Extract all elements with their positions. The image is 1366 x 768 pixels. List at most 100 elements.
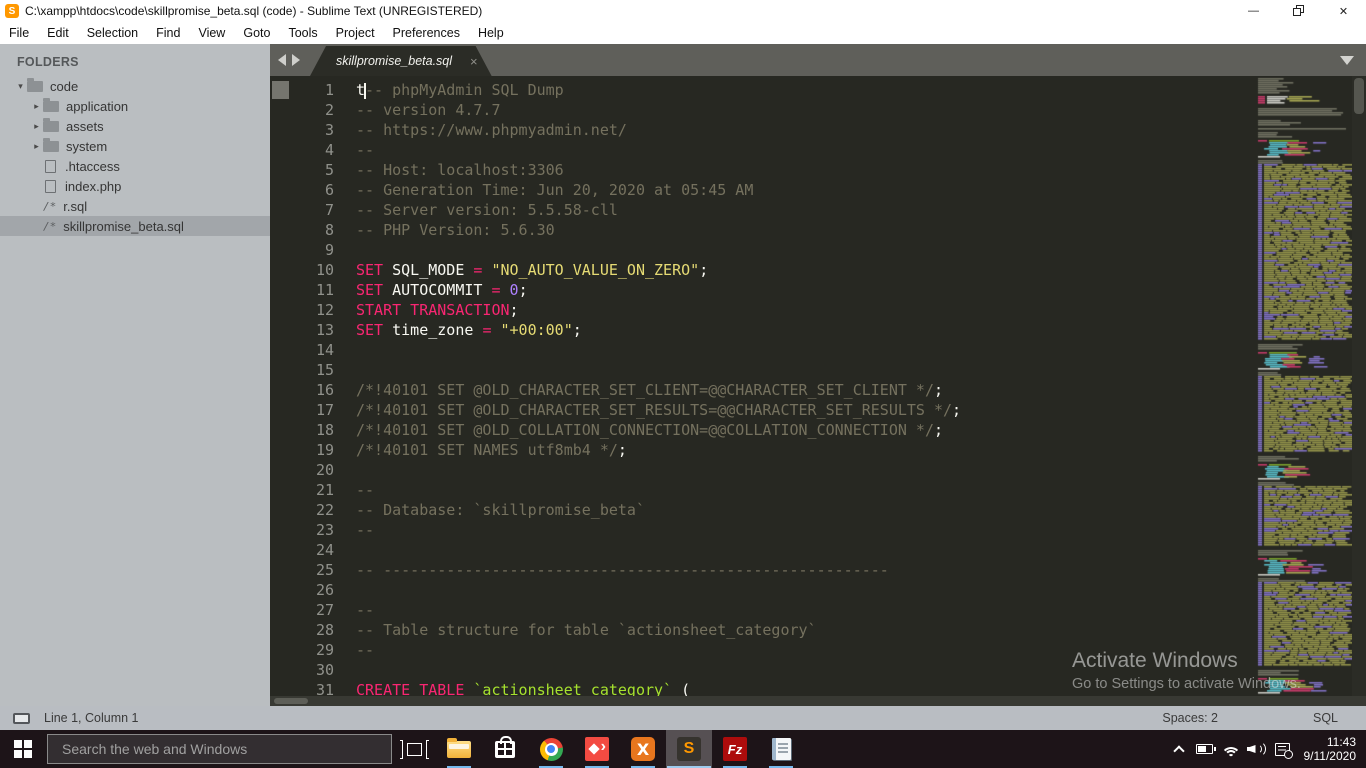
sidebar-item--htaccess[interactable]: .htaccess bbox=[0, 156, 270, 176]
code-line[interactable]: 18/*!40101 SET @OLD_COLLATION_CONNECTION… bbox=[270, 420, 1256, 440]
menu-item-project[interactable]: Project bbox=[327, 22, 384, 44]
windows-store-button[interactable] bbox=[482, 730, 528, 768]
horizontal-scrollbar-thumb[interactable] bbox=[274, 698, 308, 704]
line-number: 10 bbox=[270, 260, 334, 280]
overflow-dropdown-icon[interactable] bbox=[1340, 56, 1366, 65]
code-line[interactable]: 24 bbox=[270, 540, 1256, 560]
line-content: -- version 4.7.7 bbox=[356, 100, 501, 120]
code-line[interactable]: 10SET SQL_MODE = "NO_AUTO_VALUE_ON_ZERO"… bbox=[270, 260, 1256, 280]
code-line[interactable]: 16/*!40101 SET @OLD_CHARACTER_SET_CLIENT… bbox=[270, 380, 1256, 400]
line-number: 30 bbox=[270, 660, 334, 680]
code-line[interactable]: 3-- https://www.phpmyadmin.net/ bbox=[270, 120, 1256, 140]
code-line[interactable]: 11SET AUTOCOMMIT = 0; bbox=[270, 280, 1256, 300]
code-line[interactable]: 12START TRANSACTION; bbox=[270, 300, 1256, 320]
code-line[interactable]: 8 -- PHP Version: 5.6.30 bbox=[270, 220, 1256, 240]
volume-icon[interactable] bbox=[1244, 730, 1270, 768]
action-center-icon[interactable] bbox=[1270, 730, 1296, 768]
code-line[interactable]: 25-- -----------------------------------… bbox=[270, 560, 1256, 580]
search-input[interactable] bbox=[48, 741, 391, 757]
code-line[interactable]: 19/*!40101 SET NAMES utf8mb4 */; bbox=[270, 440, 1256, 460]
code-line[interactable]: 6-- Generation Time: Jun 20, 2020 at 05:… bbox=[270, 180, 1256, 200]
code-line[interactable]: 15 bbox=[270, 360, 1256, 380]
line-content: -- PHP Version: 5.6.30 bbox=[356, 220, 555, 240]
file-explorer-button[interactable] bbox=[436, 730, 482, 768]
code-line[interactable]: 27-- bbox=[270, 600, 1256, 620]
horizontal-scrollbar[interactable] bbox=[270, 696, 1366, 706]
chevron-right-icon: ▸ bbox=[30, 121, 43, 132]
menu-item-view[interactable]: View bbox=[189, 22, 234, 44]
line-content: SET AUTOCOMMIT = 0; bbox=[356, 280, 528, 300]
red-diamond-app-button[interactable] bbox=[574, 730, 620, 768]
taskbar-clock[interactable]: 11:43 9/11/2020 bbox=[1296, 735, 1366, 763]
vertical-scrollbar-thumb[interactable] bbox=[1354, 78, 1364, 114]
sidebar-item-code[interactable]: ▾code bbox=[0, 76, 270, 96]
battery-icon[interactable] bbox=[1192, 730, 1218, 768]
code-line[interactable]: 17/*!40101 SET @OLD_CHARACTER_SET_RESULT… bbox=[270, 400, 1256, 420]
panel-toggle-icon[interactable] bbox=[13, 713, 30, 724]
code-line[interactable]: 29-- bbox=[270, 640, 1256, 660]
file-explorer-icon bbox=[447, 741, 471, 758]
xampp-button[interactable]: X bbox=[620, 730, 666, 768]
sidebar-item-index-php[interactable]: index.php bbox=[0, 176, 270, 196]
code-line[interactable]: 28-- Table structure for table `actionsh… bbox=[270, 620, 1256, 640]
code-line[interactable]: 7-- Server version: 5.5.58-cll bbox=[270, 200, 1256, 220]
line-number: 8 bbox=[270, 220, 334, 240]
code-line[interactable]: 23-- bbox=[270, 520, 1256, 540]
menu-item-goto[interactable]: Goto bbox=[234, 22, 279, 44]
code-line[interactable]: 21-- bbox=[270, 480, 1256, 500]
menu-item-help[interactable]: Help bbox=[469, 22, 513, 44]
code-line[interactable]: 20 bbox=[270, 460, 1256, 480]
minimize-button[interactable]: — bbox=[1231, 0, 1276, 22]
wifi-icon[interactable] bbox=[1218, 730, 1244, 768]
code-line[interactable]: 1t-- phpMyAdmin SQL Dump bbox=[270, 80, 1256, 100]
tab-close-icon[interactable]: × bbox=[470, 54, 478, 69]
code-line[interactable]: 9 bbox=[270, 240, 1256, 260]
syntax-mode[interactable]: SQL bbox=[1313, 711, 1338, 725]
menu-item-find[interactable]: Find bbox=[147, 22, 189, 44]
menu-item-file[interactable]: File bbox=[0, 22, 38, 44]
line-content: START TRANSACTION; bbox=[356, 300, 519, 320]
code-line[interactable]: 30 bbox=[270, 660, 1256, 680]
sidebar-item-application[interactable]: ▸application bbox=[0, 96, 270, 116]
code-line[interactable]: 22-- Database: `skillpromise_beta` bbox=[270, 500, 1256, 520]
code-line[interactable]: 14 bbox=[270, 340, 1256, 360]
code-line[interactable]: 2-- version 4.7.7 bbox=[270, 100, 1256, 120]
nav-left-arrow-icon[interactable] bbox=[278, 54, 286, 66]
menu-item-preferences[interactable]: Preferences bbox=[384, 22, 469, 44]
sidebar-item-r-sql[interactable]: /*r.sql bbox=[0, 196, 270, 216]
nav-right-arrow-icon[interactable] bbox=[292, 54, 300, 66]
minimap[interactable] bbox=[1256, 76, 1352, 696]
start-button[interactable] bbox=[0, 730, 46, 768]
line-content: -- bbox=[356, 520, 374, 540]
line-content: -- bbox=[356, 140, 374, 160]
filezilla-button[interactable]: Fz bbox=[712, 730, 758, 768]
folder-icon bbox=[43, 101, 59, 112]
vertical-scrollbar[interactable] bbox=[1352, 76, 1366, 706]
tab-skillpromise-beta-sql[interactable]: skillpromise_beta.sql × bbox=[310, 46, 492, 76]
code-line[interactable]: 13SET time_zone = "+00:00"; bbox=[270, 320, 1256, 340]
menu-item-edit[interactable]: Edit bbox=[38, 22, 78, 44]
line-number: 25 bbox=[270, 560, 334, 580]
restore-button[interactable] bbox=[1276, 0, 1321, 22]
taskbar-search[interactable] bbox=[47, 734, 392, 764]
line-number: 1 bbox=[270, 80, 334, 100]
indentation-setting[interactable]: Spaces: 2 bbox=[1162, 711, 1218, 725]
system-tray: 11:43 9/11/2020 bbox=[1166, 730, 1366, 768]
sidebar-item-skillpromise-beta-sql[interactable]: /*skillpromise_beta.sql bbox=[0, 216, 270, 236]
code-line[interactable]: 4-- bbox=[270, 140, 1256, 160]
task-view-button[interactable] bbox=[392, 730, 436, 768]
menu-item-selection[interactable]: Selection bbox=[78, 22, 147, 44]
menu-item-tools[interactable]: Tools bbox=[279, 22, 326, 44]
code-line[interactable]: 5-- Host: localhost:3306 bbox=[270, 160, 1256, 180]
sidebar-item-system[interactable]: ▸system bbox=[0, 136, 270, 156]
sublime-text-button[interactable]: S bbox=[666, 730, 712, 768]
notepad-button[interactable] bbox=[758, 730, 804, 768]
close-button[interactable]: ✕ bbox=[1321, 0, 1366, 22]
line-number: 15 bbox=[270, 360, 334, 380]
code-view[interactable]: 1t-- phpMyAdmin SQL Dump2-- version 4.7.… bbox=[270, 80, 1256, 706]
sidebar-item-assets[interactable]: ▸assets bbox=[0, 116, 270, 136]
code-line[interactable]: 26 bbox=[270, 580, 1256, 600]
chevron-up-icon[interactable] bbox=[1166, 730, 1192, 768]
folder-icon bbox=[27, 81, 43, 92]
chrome-button[interactable] bbox=[528, 730, 574, 768]
